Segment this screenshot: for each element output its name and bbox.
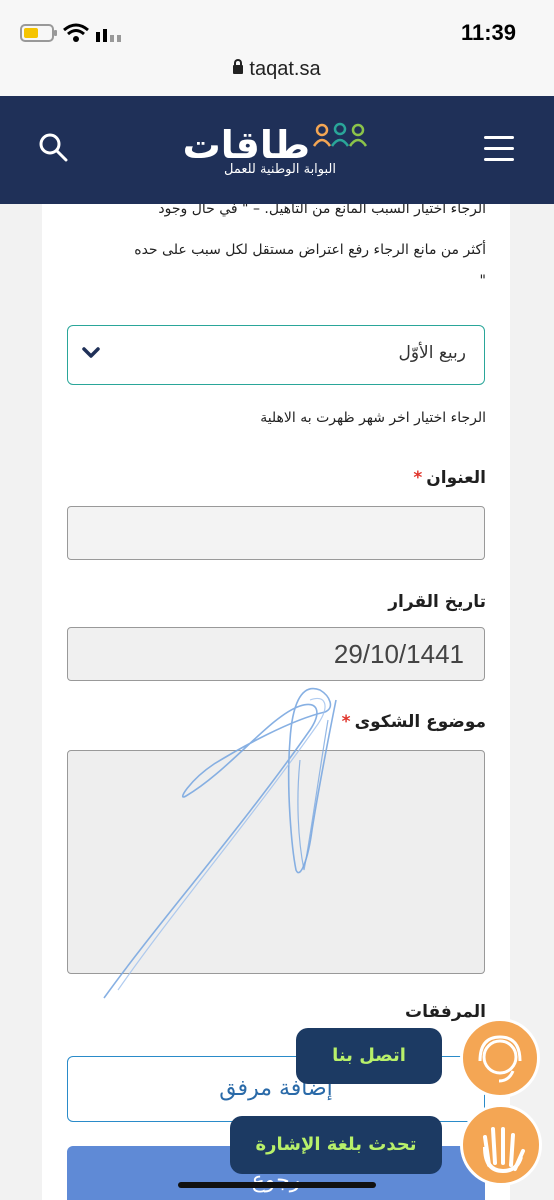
menu-icon[interactable] xyxy=(484,136,514,162)
logo-title: طاقات xyxy=(182,123,310,167)
address-bar[interactable]: taqat.sa xyxy=(0,58,554,81)
status-bar: 11:39 taqat.sa xyxy=(0,0,554,96)
intro-text-line-3: " xyxy=(479,273,486,289)
title-label: العنوان* xyxy=(413,468,486,488)
contact-widget[interactable]: اتصل بنا xyxy=(296,1018,542,1098)
url-text: taqat.sa xyxy=(249,58,321,80)
wifi-icon xyxy=(63,23,89,42)
lock-icon xyxy=(233,59,244,74)
sign-language-button[interactable] xyxy=(460,1104,542,1186)
month-select-value: ربيع الأوّل xyxy=(398,343,466,363)
chevron-down-icon xyxy=(82,347,100,358)
logo-people-icon xyxy=(312,122,368,147)
required-marker: * xyxy=(341,712,351,732)
site-header: طاقات البوابة الوطنية للعمل xyxy=(0,96,554,204)
signal-icon xyxy=(96,29,121,42)
month-hint: الرجاء اختيار اخر شهر ظهرت به الاهلية xyxy=(260,410,486,426)
title-input[interactable] xyxy=(67,506,485,560)
decision-date-label: تاريخ القرار xyxy=(388,592,486,612)
battery-icon xyxy=(20,24,57,42)
month-select[interactable]: ربيع الأوّل xyxy=(67,325,485,385)
sign-language-label[interactable]: تحدث بلغة الإشارة xyxy=(230,1116,442,1174)
intro-text-line-1: الرجاء اختيار السبب المانع من التاهيل. –… xyxy=(158,204,486,217)
contact-button[interactable] xyxy=(460,1018,540,1098)
home-indicator[interactable] xyxy=(178,1182,376,1188)
contact-us-label[interactable]: اتصل بنا xyxy=(296,1028,442,1084)
logo-subtitle: البوابة الوطنية للعمل xyxy=(223,162,337,177)
decision-date-field[interactable]: 29/10/1441 xyxy=(67,627,485,681)
required-marker: * xyxy=(413,468,423,488)
intro-text-line-2: أكثر من مانع الرجاء رفع اعتراض مستقل لكل… xyxy=(134,242,486,258)
search-icon[interactable] xyxy=(38,132,68,162)
status-time: 11:39 xyxy=(460,20,516,45)
headset-icon xyxy=(478,1035,522,1083)
taqat-logo[interactable]: طاقات البوابة الوطنية للعمل xyxy=(180,116,380,186)
complaint-textarea[interactable] xyxy=(67,750,485,974)
sign-language-widget[interactable]: تحدث بلغة الإشارة xyxy=(230,1104,542,1188)
hand-wave-icon xyxy=(483,1127,525,1174)
complaint-label: موضوع الشكوى* xyxy=(341,712,486,732)
